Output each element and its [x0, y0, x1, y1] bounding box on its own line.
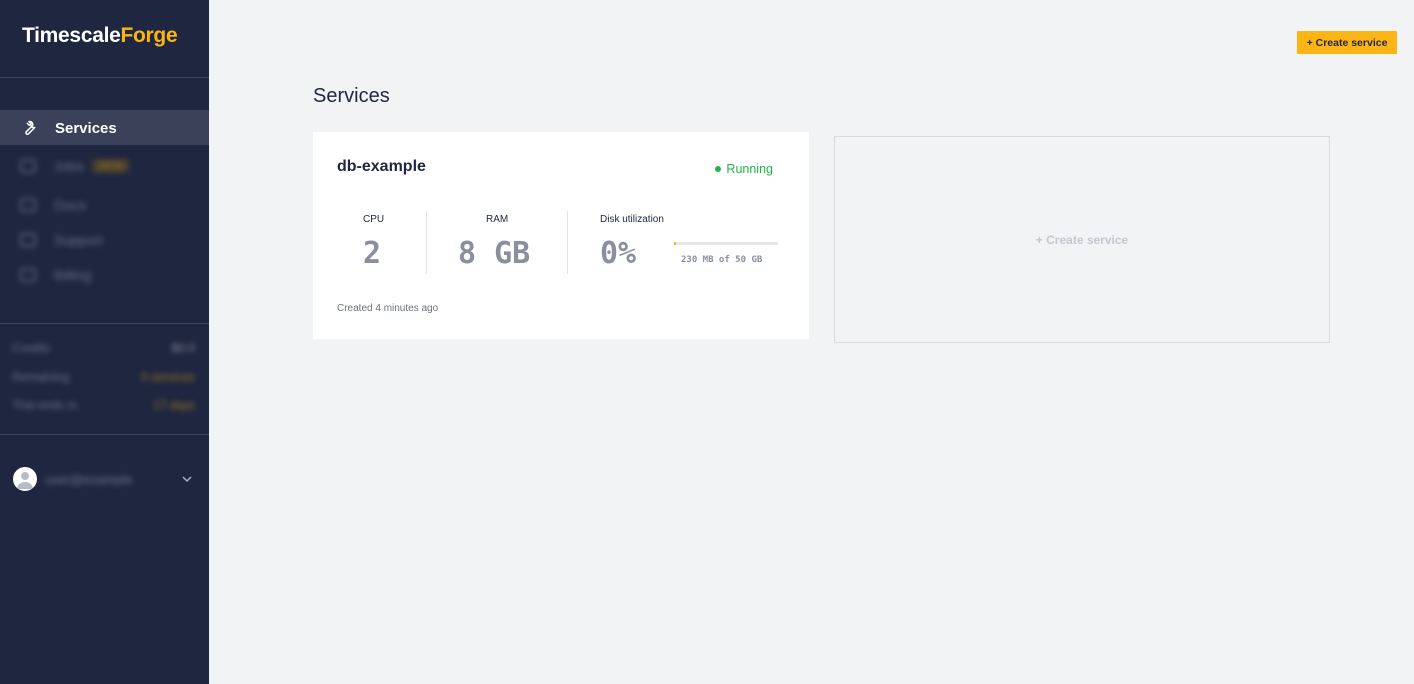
chevron-down-icon[interactable]: [181, 473, 193, 485]
stat-value: 0 services: [140, 370, 195, 384]
sidebar-item-services[interactable]: Services: [0, 110, 209, 145]
sidebar-item-support[interactable]: Support: [20, 231, 103, 249]
divider: [567, 211, 568, 274]
cpu-label: CPU: [363, 214, 385, 225]
divider: [0, 323, 209, 324]
card-icon: [20, 268, 36, 282]
sidebar-item-label: Docs: [54, 197, 86, 213]
new-badge: NEW: [91, 159, 130, 173]
sidebar: TimescaleForge Services Jobs NEW Docs Su…: [0, 0, 209, 684]
user-menu[interactable]: user@example: [13, 466, 196, 492]
disk-value: 0%: [600, 236, 637, 271]
created-time: Created 4 minutes ago: [337, 303, 439, 314]
support-icon: [20, 233, 36, 247]
ram-label: RAM: [486, 214, 509, 225]
disk-usage-fill: [674, 242, 677, 245]
disk-detail: 230 MB of 50 GB: [681, 255, 763, 265]
disk-usage-bar: [674, 242, 778, 245]
status-dot-icon: [715, 166, 722, 172]
stat-key: Credits: [12, 341, 51, 355]
divider: [0, 434, 209, 435]
box-icon: [20, 159, 36, 173]
sidebar-item-billing[interactable]: Billing: [20, 266, 91, 284]
create-service-button[interactable]: + Create service: [1297, 31, 1397, 54]
service-name: db-example: [337, 158, 426, 175]
sidebar-item-jobs[interactable]: Jobs NEW: [20, 157, 130, 175]
sidebar-item-label: Billing: [54, 267, 92, 283]
create-service-card-label: + Create service: [1035, 232, 1129, 247]
ram-value: 8 GB: [458, 236, 531, 271]
stat-trial: Trial ends in 17 days: [12, 398, 195, 412]
disk-label: Disk utilization: [600, 214, 664, 225]
stat-credits: Credits $0.0: [12, 341, 195, 355]
sidebar-item-docs[interactable]: Docs: [20, 196, 86, 214]
stat-remaining: Remaining 0 services: [12, 370, 195, 384]
stat-key: Trial ends in: [12, 398, 77, 412]
stat-key: Remaining: [12, 370, 70, 384]
service-card[interactable]: db-example Running CPU 2 RAM 8 GB Disk u…: [313, 132, 809, 339]
status-badge: Running: [715, 162, 773, 176]
stat-value: $0.0: [171, 341, 195, 355]
user-name: user@example: [45, 472, 133, 487]
logo-text-timescale: Timescale: [22, 24, 121, 47]
avatar-icon: [13, 467, 37, 491]
logo-text-forge: Forge: [120, 24, 178, 47]
sidebar-item-label: Jobs: [54, 158, 84, 174]
wrench-icon: [25, 120, 36, 135]
status-text: Running: [726, 162, 773, 176]
cpu-value: 2: [363, 236, 382, 271]
stat-value: 17 days: [152, 398, 195, 412]
divider: [0, 77, 209, 78]
divider: [426, 211, 427, 274]
book-icon: [20, 198, 36, 212]
sidebar-item-label: Support: [54, 232, 104, 248]
logo[interactable]: TimescaleForge: [22, 24, 178, 48]
sidebar-item-label: Services: [55, 120, 117, 137]
page-title: Services: [313, 85, 390, 107]
create-service-card[interactable]: + Create service: [834, 136, 1330, 343]
